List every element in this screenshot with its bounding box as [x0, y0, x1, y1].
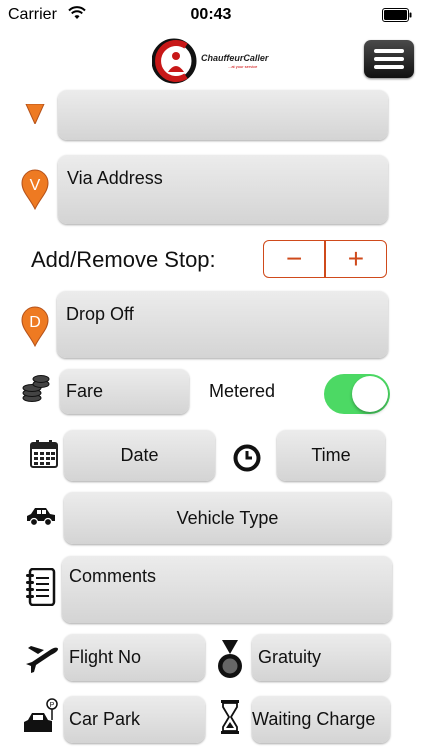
clock-icon [233, 444, 261, 472]
parking-car-icon: P [24, 698, 58, 732]
airplane-icon [26, 646, 58, 673]
drop-off-input[interactable]: Drop Off [57, 291, 388, 358]
svg-text:P: P [50, 702, 55, 709]
pickup-field[interactable] [58, 90, 388, 140]
via-marker-icon: V [21, 169, 49, 210]
fare-input[interactable]: Fare [60, 369, 189, 414]
coins-icon [22, 375, 50, 402]
metered-label: Metered [209, 381, 276, 401]
stop-stepper[interactable]: − + [263, 240, 387, 278]
drop-marker-icon: D [21, 306, 49, 347]
brand-tagline: ...at your service [228, 64, 258, 69]
add-remove-stop-label: Add/Remove Stop: [31, 247, 216, 272]
drop-marker-letter: D [29, 314, 41, 331]
calendar-icon [30, 440, 58, 468]
car-icon [27, 508, 55, 527]
add-stop-button[interactable]: + [326, 241, 386, 277]
vehicle-type-button[interactable]: Vehicle Type [64, 492, 391, 544]
waiting-charge-input[interactable]: Waiting Charge [252, 696, 390, 743]
location-pin-icon [25, 104, 45, 124]
gratuity-input[interactable]: Gratuity [252, 634, 390, 681]
via-marker-letter: V [30, 177, 41, 194]
brand-name: ChauffeurCaller [201, 53, 269, 63]
car-park-input[interactable]: Car Park [64, 696, 205, 743]
flight-no-input[interactable]: Flight No [64, 634, 205, 681]
via-address-input[interactable]: Via Address [58, 155, 388, 224]
comments-input[interactable]: Comments [62, 556, 392, 623]
medal-icon [218, 640, 242, 678]
hourglass-icon [221, 700, 239, 734]
metered-toggle[interactable] [324, 374, 390, 414]
notebook-icon [26, 568, 56, 606]
date-picker-button[interactable]: Date [64, 430, 215, 481]
remove-stop-button[interactable]: − [264, 241, 324, 277]
time-picker-button[interactable]: Time [277, 430, 385, 481]
battery-icon [382, 8, 412, 22]
menu-button[interactable] [364, 40, 414, 78]
status-bar: Carrier 00:43 [0, 0, 422, 30]
clock-time: 00:43 [190, 6, 232, 23]
menu-icon [374, 49, 404, 53]
